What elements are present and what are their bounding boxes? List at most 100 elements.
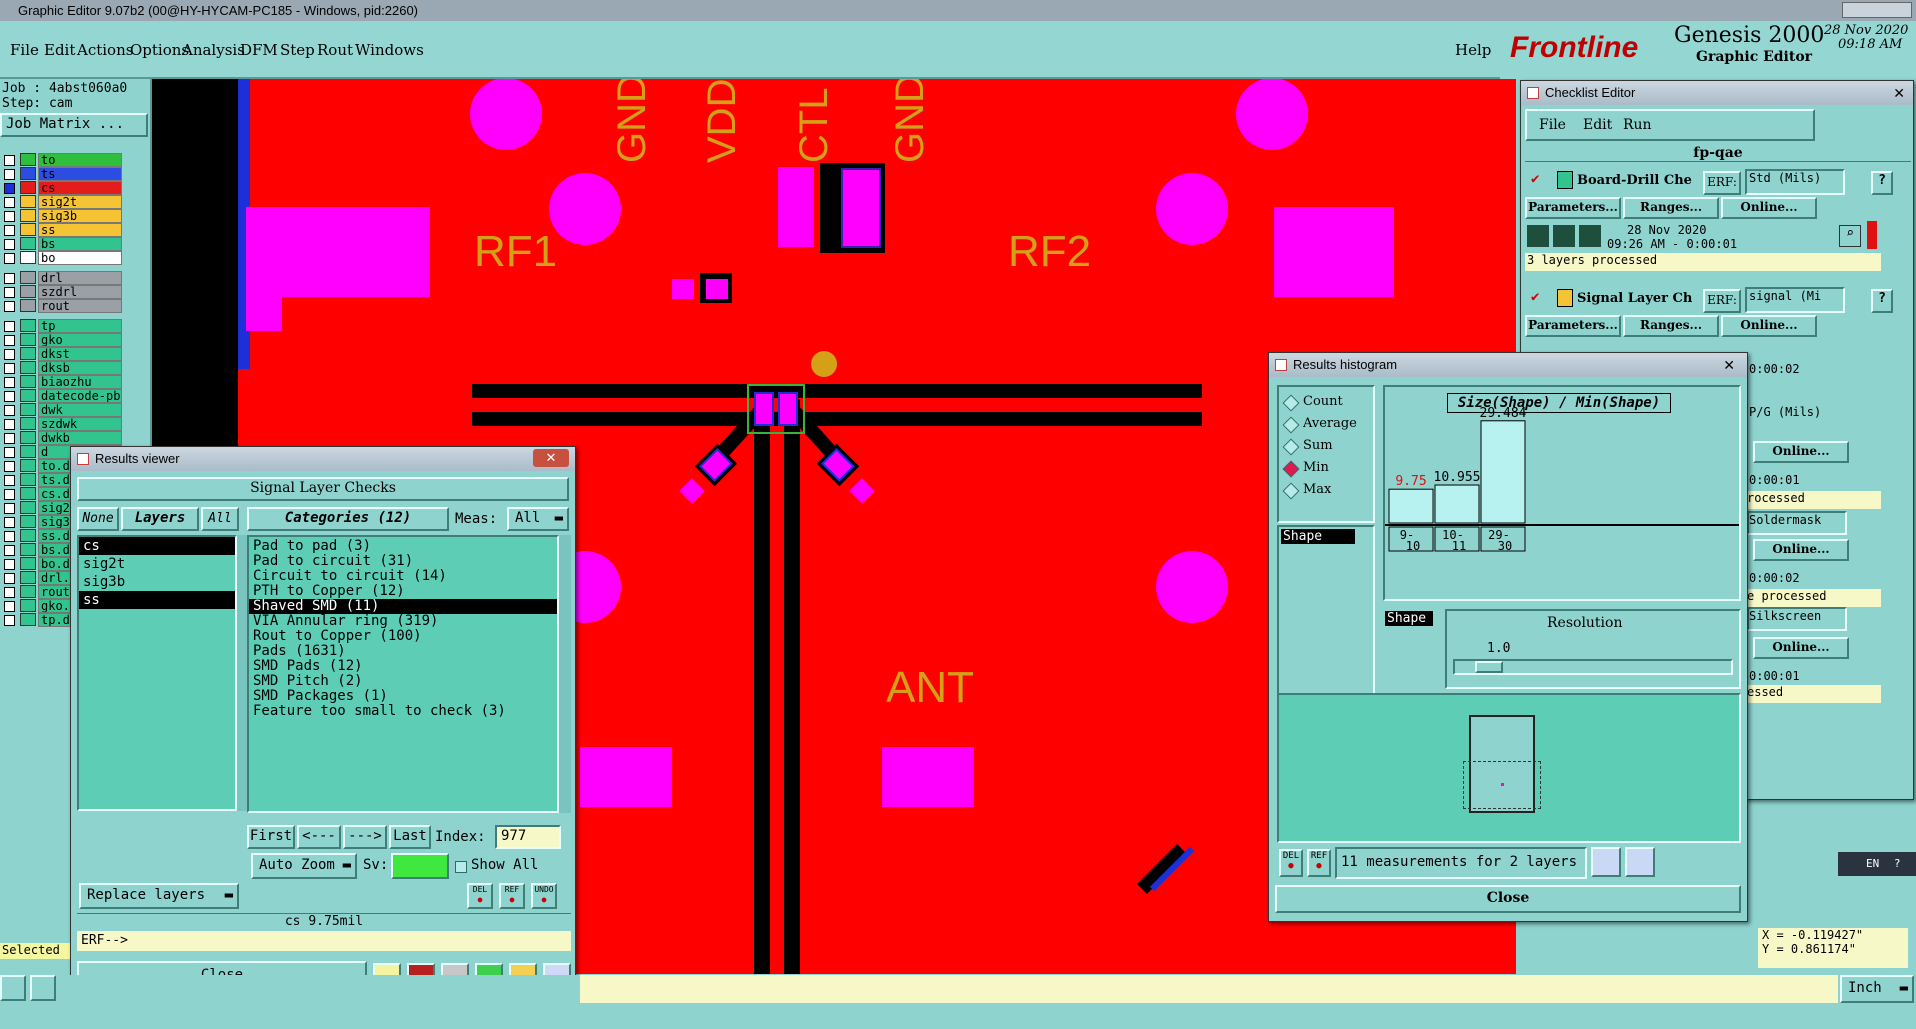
check-params-2[interactable]: Parameters... — [1525, 315, 1621, 337]
check-name-1[interactable]: Board-Drill Che — [1577, 173, 1692, 188]
layer-checkbox[interactable] — [4, 545, 15, 556]
viewer-undo-button[interactable]: UNDO ● — [531, 883, 557, 909]
zoom-icon[interactable]: ⌕ — [1839, 225, 1861, 247]
ime-indicator[interactable]: EN ? — [1838, 852, 1916, 876]
check-erf-value-2[interactable]: signal (Mi — [1745, 287, 1845, 313]
check-ranges-1[interactable]: Ranges... — [1623, 197, 1719, 219]
histogram-del-button-2[interactable]: DEL ● — [1279, 849, 1303, 877]
layer-color-swatch[interactable] — [20, 487, 36, 500]
layer-color-swatch[interactable] — [20, 501, 36, 514]
menu-dfm[interactable]: DFM — [240, 41, 278, 59]
layer-checkbox[interactable] — [4, 239, 15, 250]
layer-color-swatch[interactable] — [20, 251, 36, 264]
measure-tool-icon[interactable] — [30, 975, 56, 1001]
layer-name[interactable]: sig3b — [38, 209, 122, 223]
layer-color-swatch[interactable] — [20, 361, 36, 374]
layer-checkbox[interactable] — [4, 287, 15, 298]
layer-checkbox[interactable] — [4, 419, 15, 430]
layer-name[interactable]: bo — [38, 251, 122, 265]
category-list[interactable]: Pad to pad (3) Pad to circuit (31) Circuit… — [247, 535, 559, 813]
layer-checkbox[interactable] — [4, 335, 15, 346]
layer-color-swatch[interactable] — [20, 285, 36, 298]
layer-list-item[interactable]: ss — [79, 591, 235, 609]
layer-name[interactable]: ts — [38, 167, 122, 181]
first-button[interactable]: First — [247, 825, 295, 849]
layer-row[interactable]: datecode-pbe — [4, 389, 122, 403]
layer-checkbox[interactable] — [4, 475, 15, 486]
check-params-1[interactable]: Parameters... — [1525, 197, 1621, 219]
layer-color-swatch[interactable] — [20, 271, 36, 284]
layer-row[interactable]: dksb — [4, 361, 122, 375]
layer-color-swatch[interactable] — [20, 403, 36, 416]
run-icon[interactable] — [1553, 225, 1575, 247]
radio-icon[interactable] — [1282, 416, 1300, 434]
layer-checkbox[interactable] — [4, 197, 15, 208]
layer-color-swatch[interactable] — [20, 557, 36, 570]
layer-color-swatch[interactable] — [20, 459, 36, 472]
layer-name[interactable]: dkst — [38, 347, 122, 361]
layer-checkbox[interactable] — [4, 573, 15, 584]
partial-online-5[interactable]: Online... — [1753, 637, 1849, 659]
layer-row[interactable]: biaozhu — [4, 375, 122, 389]
layer-color-swatch[interactable] — [20, 417, 36, 430]
category-item[interactable]: Circuit to circuit (14) — [249, 569, 557, 584]
histogram-option[interactable]: Average — [1277, 415, 1373, 435]
layer-checkbox[interactable] — [4, 447, 15, 458]
close-icon[interactable]: ✕ — [1893, 81, 1905, 105]
category-item[interactable]: SMD Packages (1) — [249, 689, 557, 704]
layer-row[interactable]: sig2t — [4, 195, 122, 209]
layer-row[interactable]: drl — [4, 271, 122, 285]
layer-name[interactable]: to — [38, 153, 122, 167]
category-item[interactable]: SMD Pads (12) — [249, 659, 557, 674]
check-enabled-icon[interactable]: ✔ — [1531, 171, 1539, 187]
layer-name[interactable]: biaozhu — [38, 375, 122, 389]
layer-checkbox[interactable] — [4, 503, 15, 514]
layer-color-swatch[interactable] — [20, 237, 36, 250]
layer-color-swatch[interactable] — [20, 389, 36, 402]
layer-color-swatch[interactable] — [20, 153, 36, 166]
layer-checkbox[interactable] — [4, 301, 15, 312]
categories-button[interactable]: Categories (12) — [247, 507, 449, 531]
layer-list-item[interactable]: sig2t — [79, 555, 235, 573]
layer-row[interactable]: gko — [4, 333, 122, 347]
layer-row[interactable]: sig3b — [4, 209, 122, 223]
layer-row[interactable]: tp — [4, 319, 122, 333]
layer-row[interactable]: ss — [4, 223, 122, 237]
units-dropdown[interactable]: Inch ▬ — [1840, 975, 1914, 1003]
layer-color-swatch[interactable] — [20, 613, 36, 626]
layer-checkbox[interactable] — [4, 211, 15, 222]
sv-color-dropdown[interactable] — [391, 853, 449, 879]
histogram-option[interactable]: Count — [1277, 393, 1373, 413]
radio-icon[interactable] — [1282, 438, 1300, 456]
viewer-del-button[interactable]: DEL ● — [467, 883, 493, 909]
layer-checkbox[interactable] — [4, 405, 15, 416]
layer-checkbox[interactable] — [4, 489, 15, 500]
meas-dropdown[interactable]: All ▬ — [507, 507, 569, 531]
layer-name[interactable]: drl — [38, 271, 122, 285]
layer-checkbox[interactable] — [4, 253, 15, 264]
select-tool-icon[interactable] — [0, 975, 26, 1001]
layer-name[interactable]: bs — [38, 237, 122, 251]
layer-checkbox[interactable] — [4, 183, 15, 194]
histogram-tool-icon-2[interactable] — [1625, 847, 1655, 877]
zoom-dropdown[interactable]: Auto Zoom ▬ — [251, 853, 357, 879]
checklist-menu-file[interactable]: File — [1539, 117, 1566, 133]
resolution-slider[interactable] — [1453, 659, 1733, 675]
histogram-option[interactable]: Min — [1277, 459, 1373, 479]
check-online-2[interactable]: Online... — [1721, 315, 1817, 337]
layer-name[interactable]: dwkb — [38, 431, 122, 445]
next-button[interactable]: ---> — [343, 825, 387, 849]
layer-color-swatch[interactable] — [20, 375, 36, 388]
layer-color-swatch[interactable] — [20, 333, 36, 346]
layer-checkbox[interactable] — [4, 391, 15, 402]
partial-online-3[interactable]: Online... — [1753, 441, 1849, 463]
layer-checkbox[interactable] — [4, 615, 15, 626]
radio-icon[interactable] — [1282, 394, 1300, 412]
category-list-scrollbar[interactable] — [559, 535, 571, 813]
layer-color-swatch[interactable] — [20, 319, 36, 332]
layer-color-swatch[interactable] — [20, 473, 36, 486]
check-erf-2[interactable]: ERF: — [1703, 289, 1741, 313]
show-all-checkbox[interactable] — [455, 861, 467, 873]
layer-checkbox[interactable] — [4, 587, 15, 598]
check-name-2[interactable]: Signal Layer Ch — [1577, 291, 1692, 306]
